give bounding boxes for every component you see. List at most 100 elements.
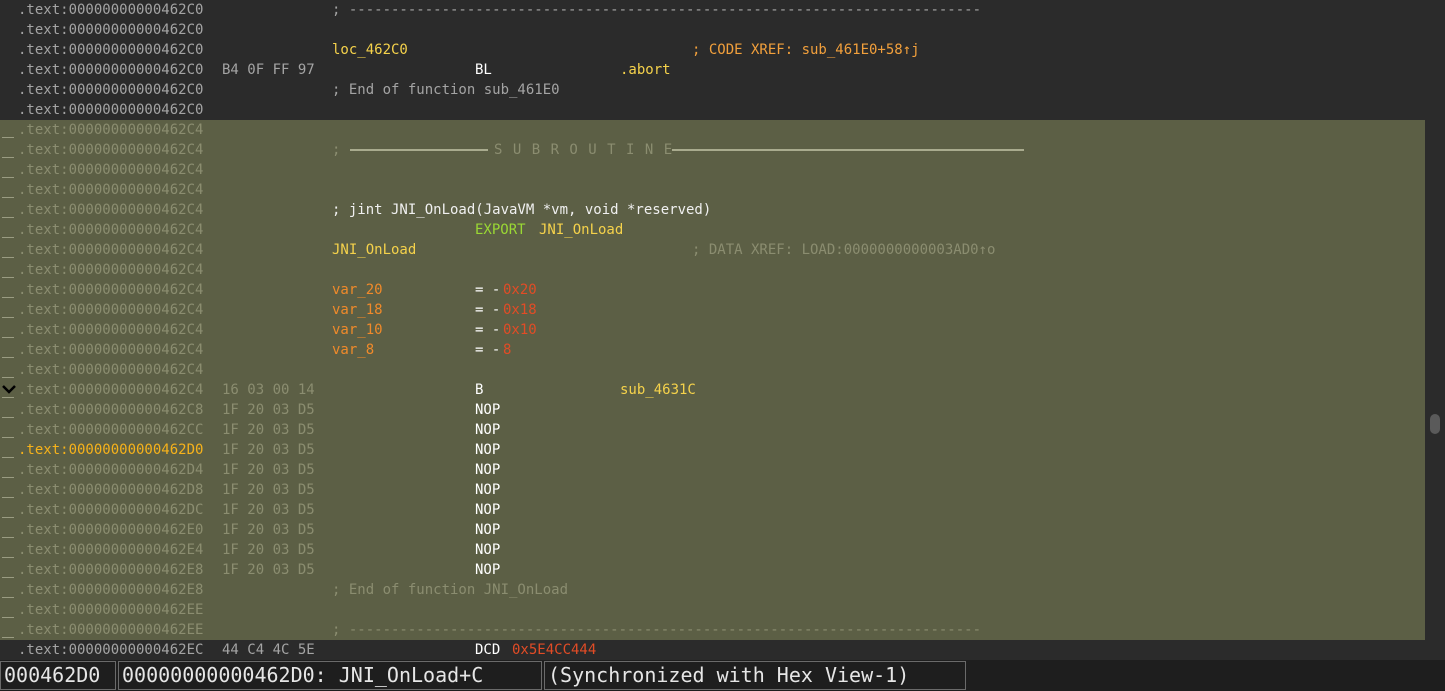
listing-line[interactable]: .text:00000000000462CC 1F 20 03 D5 NOP xyxy=(0,420,1425,440)
listing-line[interactable]: .text:00000000000462C0 xyxy=(0,100,1425,120)
comment-line: ; End of function sub_461E0 xyxy=(332,82,560,98)
mnemonic: NOP xyxy=(475,422,501,438)
vertical-scrollbar[interactable] xyxy=(1425,0,1445,660)
listing-line[interactable]: .text:00000000000462DC 1F 20 03 D5 NOP xyxy=(0,500,1425,520)
opcode-bytes: 44 C4 4C 5E xyxy=(222,642,315,658)
address: .text:00000000000462C4 xyxy=(18,162,204,178)
label: var_8 xyxy=(332,342,375,358)
comment-line: ; jint JNI_OnLoad(JavaVM *vm, void *rese… xyxy=(332,202,712,218)
gutter-tick xyxy=(2,317,14,318)
listing-line[interactable]: .text:00000000000462C4 var_8 = -8 xyxy=(0,340,1425,360)
gutter-tick xyxy=(2,197,14,198)
status-location: 00000000000462D0: JNI_OnLoad+C xyxy=(118,661,542,690)
listing-line[interactable]: .text:00000000000462C0 B4 0F FF 97 BL .abor… xyxy=(0,60,1425,80)
label: loc_462C0 xyxy=(332,42,408,58)
listing-line[interactable]: .text:00000000000462C0 xyxy=(0,20,1425,40)
mnemonic: NOP xyxy=(475,542,501,558)
address: .text:00000000000462DC xyxy=(18,502,204,518)
comment-line: ; --------------------------------------… xyxy=(332,2,982,18)
listing-line[interactable]: .text:00000000000462C4 xyxy=(0,120,1425,140)
listing-line[interactable]: .text:00000000000462E0 1F 20 03 D5 NOP xyxy=(0,520,1425,540)
gutter-tick xyxy=(2,157,14,158)
listing-line[interactable]: .text:00000000000462E8 ; End of function … xyxy=(0,580,1425,600)
scroll-thumb[interactable] xyxy=(1430,414,1440,434)
gutter-tick xyxy=(2,437,14,438)
gutter-tick xyxy=(2,257,14,258)
listing-line[interactable]: .text:00000000000462C4 var_18 = -0x18 xyxy=(0,300,1425,320)
gutter-tick xyxy=(2,397,14,398)
gutter-tick xyxy=(2,337,14,338)
listing-line[interactable]: .text:00000000000462C0 loc_462C0 ; CODE XR… xyxy=(0,40,1425,60)
address: .text:00000000000462C4 xyxy=(18,222,204,238)
gutter-tick xyxy=(2,477,14,478)
gutter-tick xyxy=(2,577,14,578)
address: .text:00000000000462EC xyxy=(18,642,204,658)
listing-line[interactable]: .text:00000000000462C4 var_10 = -0x10 xyxy=(0,320,1425,340)
disassembly-view[interactable]: .text:00000000000462C0 ; ----------------… xyxy=(0,0,1425,660)
separator-title: S U B R O U T I N E xyxy=(494,142,674,158)
address: .text:00000000000462D0 xyxy=(18,442,204,458)
address: .text:00000000000462C4 xyxy=(18,122,204,138)
gutter-tick xyxy=(2,177,14,178)
listing-line[interactable]: .text:00000000000462C0 ; End of function … xyxy=(0,80,1425,100)
separator-rule xyxy=(672,149,1024,151)
status-offset: 000462D0 xyxy=(0,661,116,690)
listing-line[interactable]: .text:00000000000462C4 JNI_OnLoad ; DATA X… xyxy=(0,240,1425,260)
listing-line[interactable]: .text:00000000000462C4 xyxy=(0,260,1425,280)
gutter-tick xyxy=(2,377,14,378)
listing-line[interactable]: .text:00000000000462C4 16 03 00 14 Bsub_46… xyxy=(0,380,1425,400)
mnemonic: = - xyxy=(475,282,501,298)
listing-line[interactable]: .text:00000000000462C4 xyxy=(0,160,1425,180)
mnemonic: = - xyxy=(475,342,501,358)
xref-comment: ; DATA XREF: LOAD:0000000000003AD0↑o xyxy=(692,242,996,258)
listing-line[interactable]: .text:00000000000462E4 1F 20 03 D5 NOP xyxy=(0,540,1425,560)
address: .text:00000000000462E8 xyxy=(18,582,204,598)
address: .text:00000000000462E8 xyxy=(18,562,204,578)
address: .text:00000000000462EE xyxy=(18,622,204,638)
operand-number: 8 xyxy=(503,342,512,358)
address: .text:00000000000462EE xyxy=(18,602,204,618)
listing-line[interactable]: .text:00000000000462C8 1F 20 03 D5 NOP xyxy=(0,400,1425,420)
address: .text:00000000000462C8 xyxy=(18,402,204,418)
address: .text:00000000000462C0 xyxy=(18,42,204,58)
mnemonic: B xyxy=(475,382,484,398)
operand-number: 0x18 xyxy=(503,302,537,318)
mnemonic: EXPORT xyxy=(475,222,526,238)
label: var_10 xyxy=(332,322,383,338)
address: .text:00000000000462C4 xyxy=(18,362,204,378)
listing-line[interactable]: .text:00000000000462C4 xyxy=(0,360,1425,380)
listing-line[interactable]: .text:00000000000462D8 1F 20 03 D5 NOP xyxy=(0,480,1425,500)
gutter-tick xyxy=(2,417,14,418)
address: .text:00000000000462C4 xyxy=(18,182,204,198)
listing-line[interactable]: .text:00000000000462C4 EXPORT JNI_OnLoad xyxy=(0,220,1425,240)
comment-line: ; --------------------------------------… xyxy=(332,622,982,638)
listing-line[interactable]: .text:00000000000462D0 1F 20 03 D5 NOP xyxy=(0,440,1425,460)
address: .text:00000000000462C4 xyxy=(18,142,204,158)
listing-line[interactable]: .text:00000000000462EE ; ----------------… xyxy=(0,620,1425,640)
listing-line[interactable]: .text:00000000000462D4 1F 20 03 D5 NOP xyxy=(0,460,1425,480)
label: var_18 xyxy=(332,302,383,318)
listing-line[interactable]: .text:00000000000462C4 ; jint JNI_OnLoad(… xyxy=(0,200,1425,220)
opcode-bytes: 1F 20 03 D5 xyxy=(222,502,315,518)
listing-line[interactable]: .text:00000000000462E8 1F 20 03 D5 NOP xyxy=(0,560,1425,580)
opcode-bytes: 1F 20 03 D5 xyxy=(222,402,315,418)
comment-line: ; xyxy=(332,142,349,158)
listing-line[interactable]: .text:00000000000462C4 xyxy=(0,180,1425,200)
listing-line[interactable]: .text:00000000000462C4; S U B R O U T I … xyxy=(0,140,1425,160)
operand: sub_4631C xyxy=(620,382,696,398)
listing-line[interactable]: .text:00000000000462C0 ; ----------------… xyxy=(0,0,1425,20)
listing-line[interactable]: .text:00000000000462EE xyxy=(0,600,1425,620)
gutter-tick xyxy=(2,557,14,558)
gutter-tick xyxy=(2,277,14,278)
gutter-tick xyxy=(2,297,14,298)
collapse-chevron-icon[interactable] xyxy=(1,381,17,397)
listing-line[interactable]: .text:00000000000462EC 44 C4 4C 5E DCD 0x5E… xyxy=(0,640,1425,660)
opcode-bytes: 1F 20 03 D5 xyxy=(222,442,315,458)
operand-number: 0x5E4CC444 xyxy=(512,642,597,658)
gutter-tick xyxy=(2,637,14,638)
separator-rule xyxy=(350,149,488,151)
mnemonic: NOP xyxy=(475,442,501,458)
status-bar: 000462D0 00000000000462D0: JNI_OnLoad+C … xyxy=(0,660,1445,691)
mnemonic: NOP xyxy=(475,502,501,518)
listing-line[interactable]: .text:00000000000462C4 var_20 = -0x20 xyxy=(0,280,1425,300)
